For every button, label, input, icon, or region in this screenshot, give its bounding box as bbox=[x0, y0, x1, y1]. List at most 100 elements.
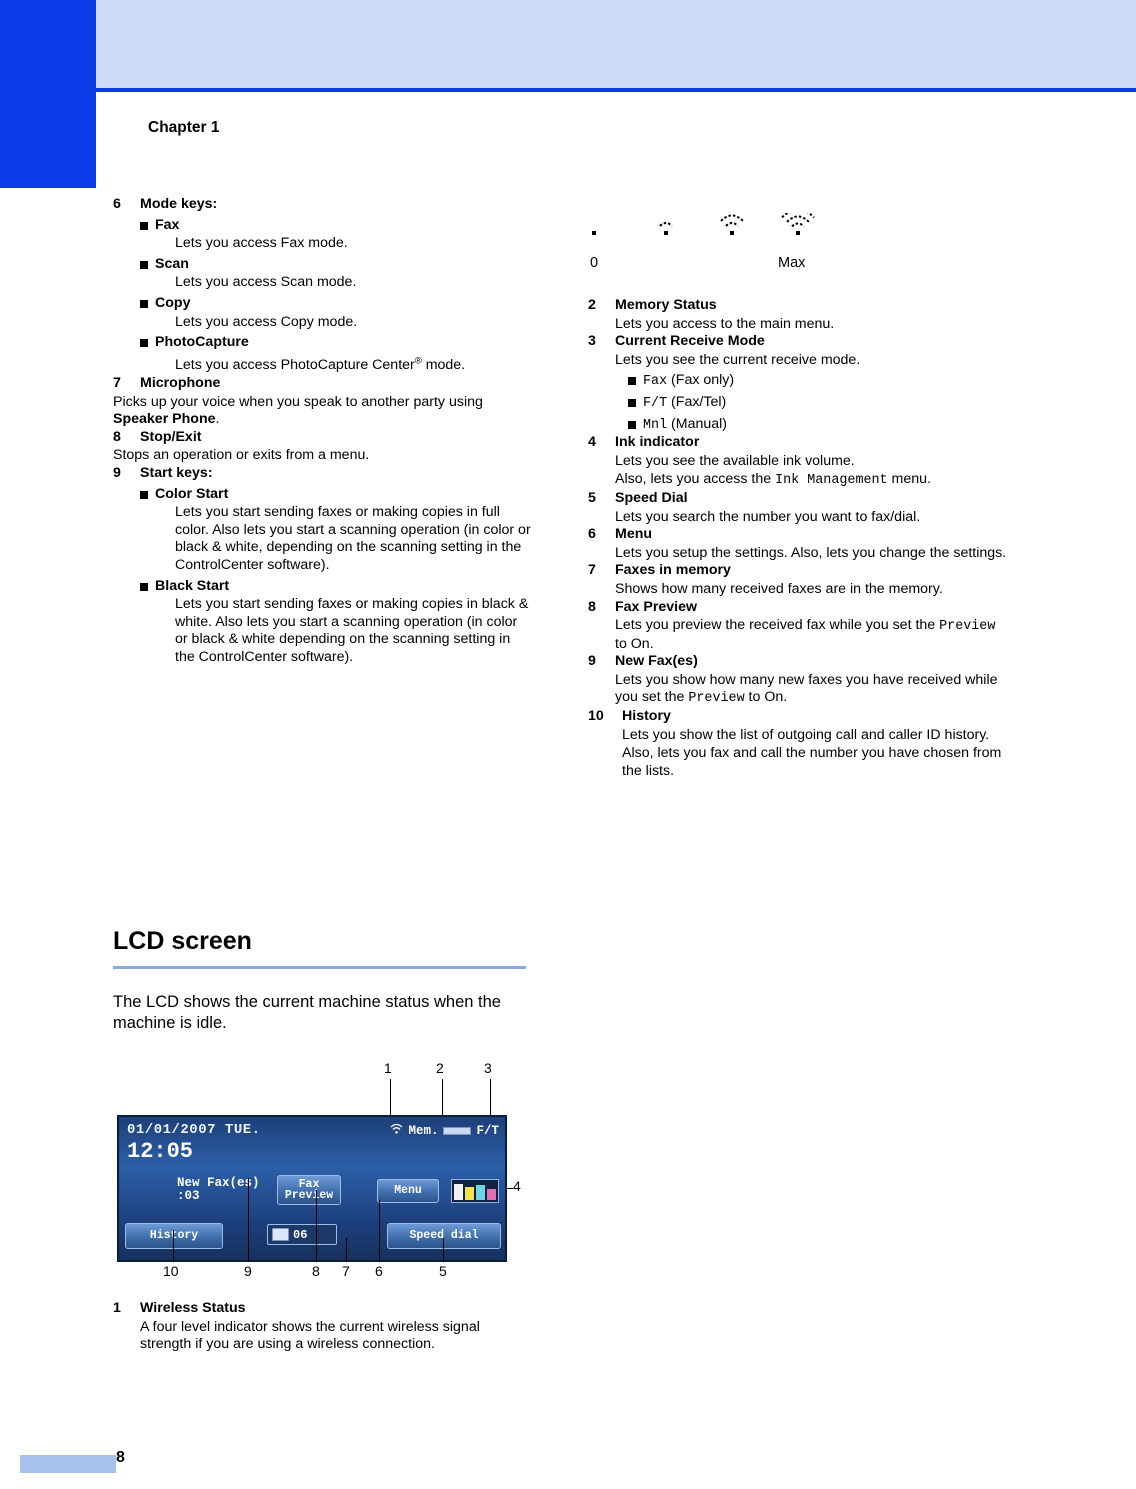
bullet-label: Color Start bbox=[155, 485, 229, 502]
bullet-mono: F/T bbox=[643, 395, 668, 411]
wifi-level-4-icon bbox=[780, 208, 824, 239]
lcd-date: 01/01/2007 TUE. bbox=[127, 1122, 261, 1138]
page-header-block bbox=[0, 0, 96, 188]
leader-line-2 bbox=[442, 1079, 443, 1115]
list-item-speed-dial: 5 Speed Dial Lets you search the number … bbox=[588, 490, 1008, 526]
bullet-text: Mnl (Manual) bbox=[643, 416, 727, 435]
wifi-level-3-icon bbox=[716, 213, 760, 239]
leader-line-6 bbox=[379, 1200, 380, 1262]
list-item-microphone: 7 Microphone Picks up your voice when yo… bbox=[113, 375, 533, 429]
lcd-fax-preview-button[interactable]: Fax Preview bbox=[277, 1175, 341, 1205]
item-title: Wireless Status bbox=[140, 1300, 246, 1316]
section-divider bbox=[113, 966, 526, 969]
lcd-history-button[interactable]: History bbox=[125, 1223, 223, 1249]
item-title: Fax Preview bbox=[615, 598, 698, 615]
bullet-rest: (Fax/Tel) bbox=[667, 393, 727, 410]
fax-memory-icon bbox=[272, 1228, 289, 1241]
page-title: LCD screen bbox=[113, 927, 252, 955]
item-title: Speed Dial bbox=[615, 489, 688, 506]
wifi-max-label: Max bbox=[778, 255, 806, 271]
memory-bar-icon bbox=[443, 1126, 472, 1135]
lcd-ink-indicator[interactable] bbox=[451, 1179, 499, 1203]
square-bullet-icon bbox=[628, 420, 636, 429]
item-body-part1: Picks up your voice when you speak to an… bbox=[113, 393, 483, 410]
item-body: Shows how many received faxes are in the… bbox=[615, 580, 943, 597]
lcd-display: 01/01/2007 TUE. 12:05 Mem. F/T New Fax(e… bbox=[117, 1115, 507, 1262]
item-body-bold: Speaker Phone bbox=[113, 411, 216, 428]
item-number: 5 bbox=[588, 489, 596, 506]
lcd-speed-dial-button[interactable]: Speed dial bbox=[387, 1223, 501, 1249]
bullet-photocapture: PhotoCapture bbox=[140, 334, 533, 352]
leader-line-3 bbox=[490, 1079, 491, 1115]
footer-block bbox=[20, 1455, 116, 1473]
ink-bar-yellow bbox=[465, 1187, 474, 1200]
wireless-level-figure: 0 Max bbox=[588, 205, 888, 280]
leader-line-8 bbox=[316, 1190, 317, 1262]
lcd-receive-mode: F/T bbox=[476, 1123, 499, 1138]
item-number: 1 bbox=[113, 1300, 121, 1316]
callout-8: 8 bbox=[312, 1263, 320, 1279]
leader-line-5 bbox=[443, 1238, 444, 1262]
page-number: 8 bbox=[116, 1449, 125, 1466]
item-body: Lets you see the available ink volume. bbox=[615, 452, 855, 469]
item-number: 3 bbox=[588, 333, 596, 350]
wifi-min-label: 0 bbox=[590, 255, 599, 271]
right-column: 2 Memory Status Lets you access to the m… bbox=[588, 297, 1008, 780]
callout-10: 10 bbox=[163, 1263, 179, 1279]
bullet-desc: Lets you start sending faxes or making c… bbox=[175, 504, 531, 574]
bullet-mode-mnl: Mnl (Manual) bbox=[628, 416, 1008, 435]
item-body: Lets you search the number you want to f… bbox=[615, 508, 921, 525]
body-post: menu. bbox=[887, 471, 931, 488]
item-number: 7 bbox=[113, 375, 121, 392]
item-body: Lets you preview the received fax while … bbox=[615, 617, 1008, 653]
item-body: Lets you setup the settings. Also, lets … bbox=[615, 544, 1007, 561]
left-column: 6 Mode keys: Fax Lets you access Fax mod… bbox=[113, 196, 533, 667]
square-bullet-icon bbox=[628, 377, 636, 386]
item-number: 9 bbox=[588, 653, 596, 670]
ink-bar-cyan bbox=[476, 1185, 485, 1200]
item-body: Lets you see the current receive mode. bbox=[615, 351, 861, 368]
item-body: Lets you show how many new faxes you hav… bbox=[615, 672, 1008, 708]
bullet-rest: (Manual) bbox=[667, 415, 728, 432]
item-title: Memory Status bbox=[615, 297, 717, 313]
square-bullet-icon bbox=[140, 221, 148, 230]
list-item-ink-indicator: 4 Ink indicator Lets you see the availab… bbox=[588, 434, 1008, 490]
page-header-rule bbox=[96, 88, 1136, 92]
section-intro-text: The LCD shows the current machine status… bbox=[113, 993, 501, 1032]
bullet-rest: (Fax only) bbox=[667, 372, 735, 389]
item-body: Stops an operation or exits from a menu. bbox=[113, 447, 370, 464]
lcd-faxes-in-memory: 06 bbox=[267, 1224, 337, 1245]
item-number: 8 bbox=[113, 428, 121, 445]
square-bullet-icon bbox=[628, 398, 636, 407]
leader-line-7 bbox=[346, 1238, 347, 1262]
item-body: Lets you show the list of outgoing call … bbox=[622, 726, 990, 743]
item-title: Mode keys: bbox=[140, 196, 218, 212]
leader-line-9 bbox=[248, 1178, 249, 1262]
bullet-label: Black Start bbox=[155, 577, 230, 594]
bullet-fax: Fax bbox=[140, 217, 533, 235]
lcd-time: 12:05 bbox=[127, 1139, 194, 1164]
list-item-menu: 6 Menu Lets you setup the settings. Also… bbox=[588, 526, 1008, 562]
bullet-desc: Lets you access Fax mode. bbox=[175, 235, 348, 252]
lcd-memory-label: Mem. bbox=[408, 1123, 439, 1138]
bullet-mode-fax: Fax (Fax only) bbox=[628, 372, 1008, 391]
lcd-menu-button[interactable]: Menu bbox=[377, 1179, 439, 1203]
item-number: 8 bbox=[588, 598, 596, 615]
callout-3: 3 bbox=[484, 1060, 492, 1076]
item-number: 10 bbox=[588, 708, 604, 725]
bullet-label: Copy bbox=[155, 294, 191, 311]
item-title: Start keys: bbox=[140, 465, 213, 482]
body-mono: Ink Management bbox=[775, 473, 888, 489]
bullet-black-start: Black Start bbox=[140, 578, 533, 596]
lcd-fax-memory-count: 06 bbox=[293, 1227, 308, 1242]
bullet-color-start: Color Start bbox=[140, 486, 533, 504]
item-title: New Fax(es) bbox=[615, 653, 698, 670]
item-title: Menu bbox=[615, 526, 653, 543]
bullet-label: Scan bbox=[155, 255, 189, 272]
item-body: Lets you access to the main menu. bbox=[615, 315, 835, 332]
bullet-desc: Lets you access Copy mode. bbox=[175, 313, 358, 330]
list-item-memory-status: 2 Memory Status Lets you access to the m… bbox=[588, 297, 1008, 333]
body-pre: Lets you show how many new faxes you hav… bbox=[615, 671, 998, 706]
item-title: Current Receive Mode bbox=[615, 333, 765, 350]
bullet-scan: Scan bbox=[140, 256, 533, 274]
